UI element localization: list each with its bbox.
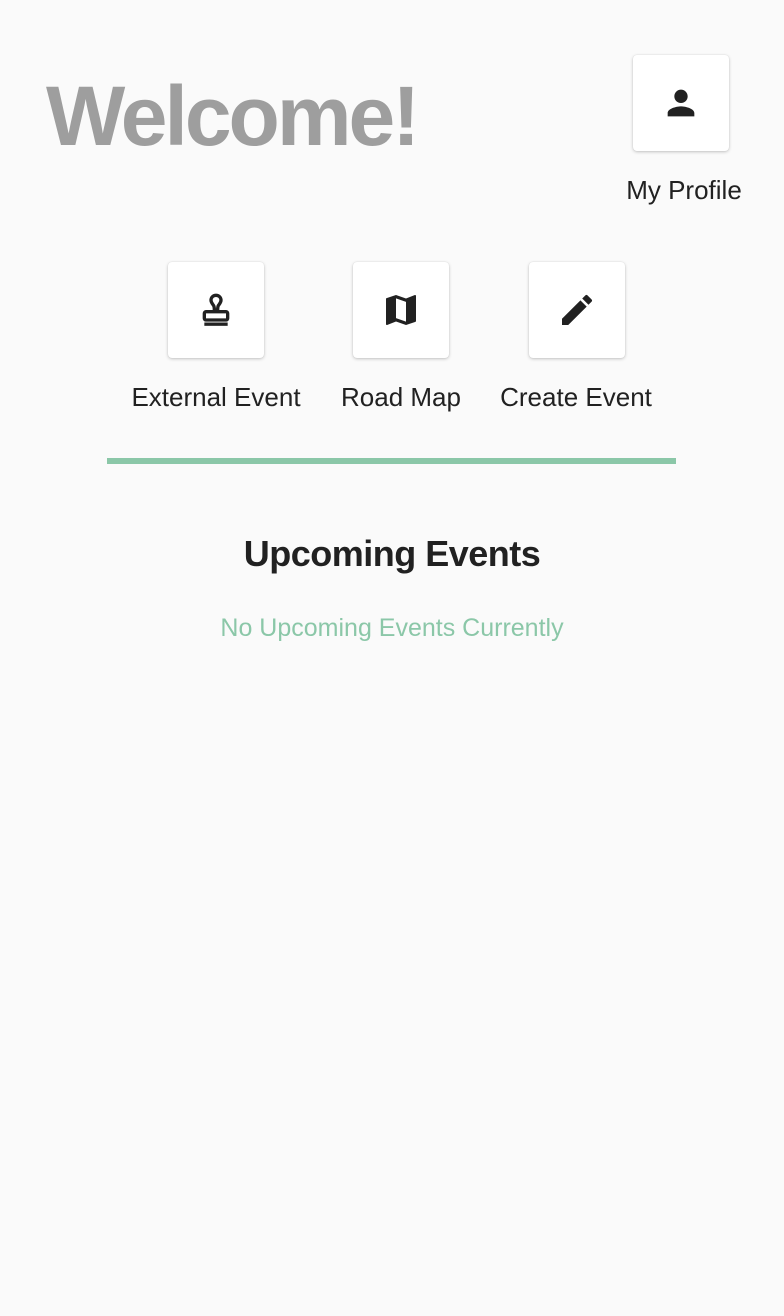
road-map-button[interactable] [353,262,449,358]
create-event-button[interactable] [529,262,625,358]
road-map-label: Road Map [341,382,461,412]
pencil-icon [557,290,597,330]
my-profile-button[interactable] [633,55,729,151]
stamp-icon [196,290,236,330]
welcome-heading: Welcome! [46,69,420,163]
external-event-label: External Event [131,382,301,412]
person-icon [661,83,701,123]
empty-state-message: No Upcoming Events Currently [220,614,564,642]
map-icon [381,290,421,330]
upcoming-events-title: Upcoming Events [243,533,541,574]
external-event-button[interactable] [168,262,264,358]
section-divider [107,458,676,464]
my-profile-label: My Profile [626,175,742,205]
create-event-label: Create Event [500,382,652,412]
